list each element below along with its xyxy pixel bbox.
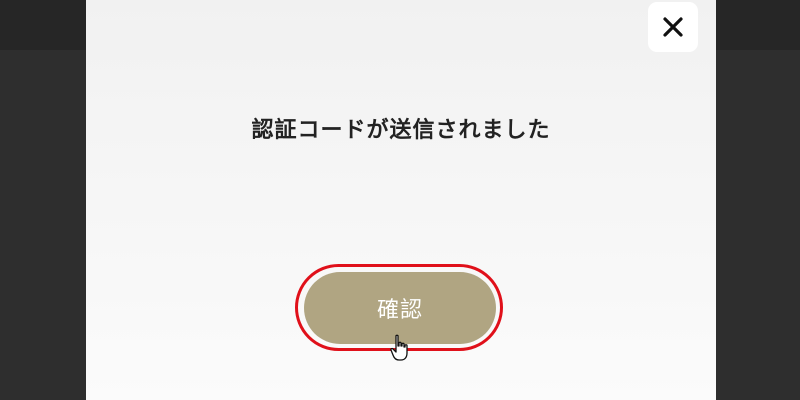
close-icon <box>663 17 683 37</box>
close-button[interactable] <box>648 2 698 52</box>
hand-cursor-icon <box>390 334 408 361</box>
dialog-message: 認証コードが送信されました <box>251 118 551 143</box>
confirmation-dialog: 認証コードが送信されました 確認 <box>86 0 716 400</box>
